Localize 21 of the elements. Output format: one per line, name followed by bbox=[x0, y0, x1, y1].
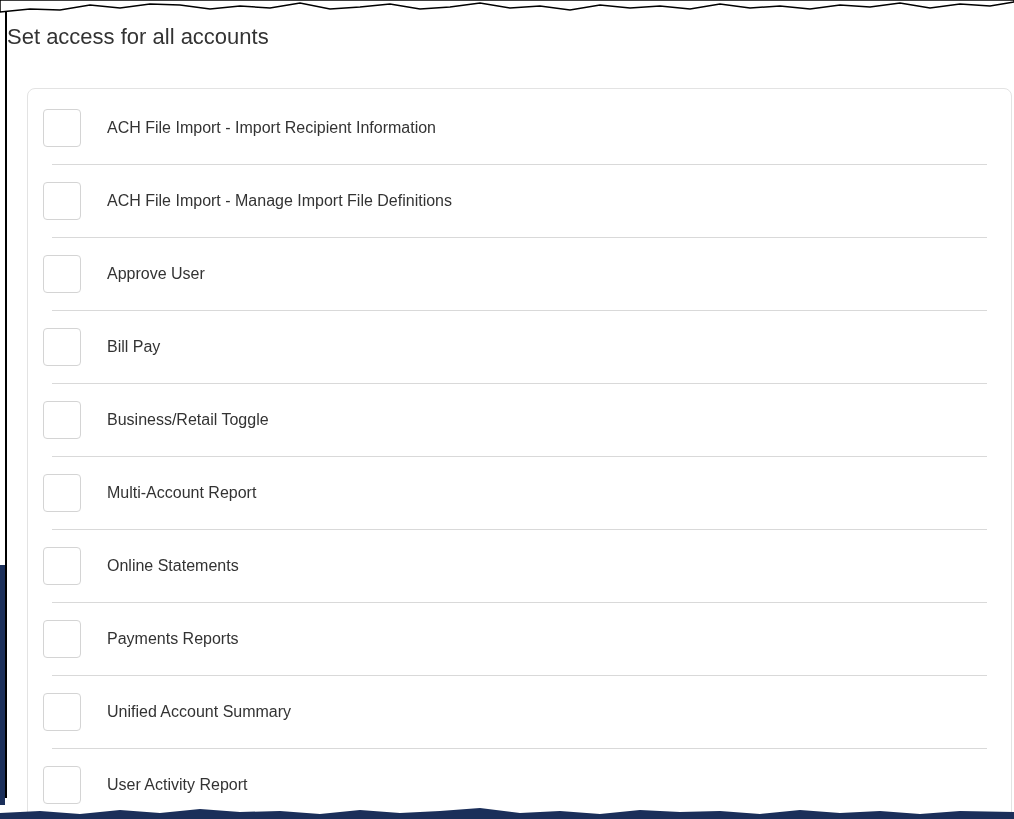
checkbox[interactable] bbox=[43, 620, 81, 658]
permission-label: Bill Pay bbox=[107, 337, 161, 357]
permission-label: Multi-Account Report bbox=[107, 483, 257, 503]
permission-label: Approve User bbox=[107, 264, 205, 284]
checkbox[interactable] bbox=[43, 547, 81, 585]
permission-label: User Activity Report bbox=[107, 775, 248, 795]
checkbox[interactable] bbox=[43, 474, 81, 512]
checkbox[interactable] bbox=[43, 328, 81, 366]
checkbox[interactable] bbox=[43, 693, 81, 731]
permission-label: ACH File Import - Manage Import File Definitions bbox=[107, 191, 452, 211]
permission-label: Online Statements bbox=[107, 556, 239, 576]
checkbox[interactable] bbox=[43, 109, 81, 147]
permission-label: Payments Reports bbox=[107, 629, 239, 649]
checkbox[interactable] bbox=[43, 766, 81, 804]
section-heading: Set access for all accounts bbox=[7, 23, 270, 51]
permission-label: Business/Retail Toggle bbox=[107, 410, 269, 430]
permission-label: ACH File Import - Import Recipient Information bbox=[107, 118, 436, 138]
checkbox[interactable] bbox=[43, 255, 81, 293]
checkbox[interactable] bbox=[43, 182, 81, 220]
permission-label: Unified Account Summary bbox=[107, 702, 292, 722]
checkbox[interactable] bbox=[43, 401, 81, 439]
